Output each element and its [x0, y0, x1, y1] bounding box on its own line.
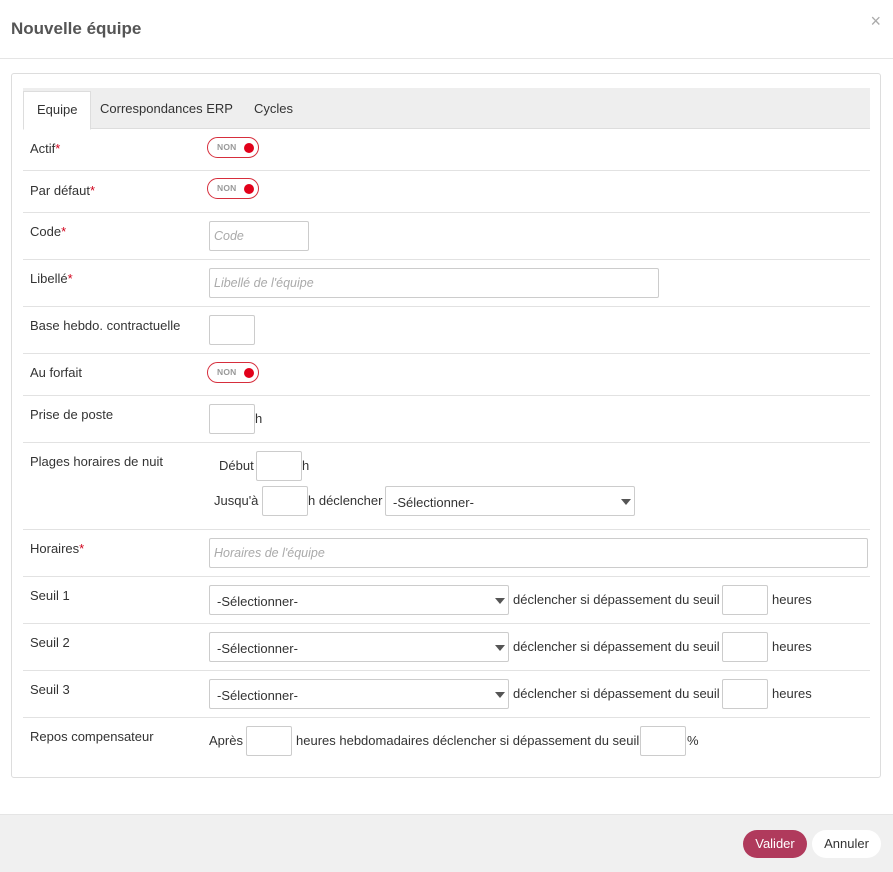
row-prise-de-poste: Prise de poste h: [23, 396, 870, 443]
row-actif: Actif* NON: [23, 129, 870, 171]
libelle-input[interactable]: [209, 268, 659, 298]
seuil-1-trigger-text: déclencher si dépassement du seuil: [513, 592, 720, 607]
chevron-down-icon: [495, 645, 505, 651]
row-horaires: Horaires*: [23, 530, 870, 577]
seuil-3-trigger-text: déclencher si dépassement du seuil: [513, 686, 720, 701]
actif-toggle[interactable]: NON: [207, 137, 259, 158]
row-au-forfait: Au forfait NON: [23, 354, 870, 396]
chevron-down-icon: [495, 692, 505, 698]
form-panel: Equipe Correspondances ERP Cycles Actif*…: [11, 73, 881, 778]
au-forfait-toggle[interactable]: NON: [207, 362, 259, 383]
code-label: Code*: [30, 224, 67, 239]
validate-button[interactable]: Valider: [743, 830, 807, 858]
toggle-dot-icon: [244, 368, 254, 378]
seuil-3-unit: heures: [772, 686, 812, 701]
toggle-text: NON: [217, 183, 237, 193]
tab-correspondances-erp[interactable]: Correspondances ERP: [87, 91, 246, 129]
row-plages-nuit: Plages horaires de nuit Début h Jusqu'à …: [23, 443, 870, 530]
repos-percent-input[interactable]: [640, 726, 686, 756]
row-seuil-3: Seuil 3 -Sélectionner- déclencher si dép…: [23, 671, 870, 718]
code-input[interactable]: [209, 221, 309, 251]
horaires-label: Horaires*: [30, 541, 85, 556]
seuil-3-hours-input[interactable]: [722, 679, 768, 709]
plages-nuit-select[interactable]: -Sélectionner-: [385, 486, 635, 516]
prise-de-poste-unit: h: [255, 411, 263, 426]
row-repos-compensateur: Repos compensateur Après heures hebdomad…: [23, 718, 870, 768]
prise-de-poste-label: Prise de poste: [30, 407, 114, 422]
libelle-label: Libellé*: [30, 271, 73, 286]
jusqua-label: Jusqu'à: [214, 493, 259, 508]
row-code: Code*: [23, 213, 870, 260]
jusqua-unit: h déclencher: [308, 493, 383, 508]
prise-de-poste-input[interactable]: [209, 404, 255, 434]
base-hebdo-label: Base hebdo. contractuelle: [30, 318, 181, 333]
repos-prefix: Après: [209, 733, 243, 748]
debut-label: Début: [219, 458, 254, 473]
modal-footer: Valider Annuler: [0, 814, 893, 872]
debut-input[interactable]: [256, 451, 302, 481]
modal-title: Nouvelle équipe: [11, 19, 142, 38]
seuil-1-hours-input[interactable]: [722, 585, 768, 615]
seuil-2-hours-input[interactable]: [722, 632, 768, 662]
repos-label: Repos compensateur: [30, 729, 154, 744]
seuil-1-label: Seuil 1: [30, 588, 70, 603]
repos-percent-unit: %: [687, 733, 699, 748]
chevron-down-icon: [621, 499, 631, 505]
au-forfait-label: Au forfait: [30, 365, 83, 380]
seuil-1-unit: heures: [772, 592, 812, 607]
row-libelle: Libellé*: [23, 260, 870, 307]
cancel-button[interactable]: Annuler: [812, 830, 881, 858]
par-defaut-toggle[interactable]: NON: [207, 178, 259, 199]
tab-cycles[interactable]: Cycles: [241, 91, 306, 129]
seuil-1-select[interactable]: -Sélectionner-: [209, 585, 509, 615]
seuil-2-trigger-text: déclencher si dépassement du seuil: [513, 639, 720, 654]
actif-label: Actif*: [30, 141, 61, 156]
horaires-input[interactable]: [209, 538, 868, 568]
toggle-text: NON: [217, 142, 237, 152]
row-par-defaut: Par défaut* NON: [23, 171, 870, 213]
repos-hours-input[interactable]: [246, 726, 292, 756]
seuil-3-select[interactable]: -Sélectionner-: [209, 679, 509, 709]
repos-middle-text: heures hebdomadaires déclencher si dépas…: [296, 733, 640, 748]
tab-bar: Equipe Correspondances ERP Cycles: [23, 88, 870, 130]
par-defaut-label: Par défaut*: [30, 183, 96, 198]
plages-nuit-label: Plages horaires de nuit: [30, 454, 163, 469]
toggle-dot-icon: [244, 184, 254, 194]
seuil-3-label: Seuil 3: [30, 682, 70, 697]
tab-equipe[interactable]: Equipe: [23, 91, 92, 130]
modal-header: Nouvelle équipe ×: [0, 0, 893, 59]
toggle-text: NON: [217, 367, 237, 377]
jusqua-input[interactable]: [262, 486, 308, 516]
seuil-2-label: Seuil 2: [30, 635, 70, 650]
row-seuil-2: Seuil 2 -Sélectionner- déclencher si dép…: [23, 624, 870, 671]
toggle-dot-icon: [244, 143, 254, 153]
row-base-hebdo: Base hebdo. contractuelle: [23, 307, 870, 354]
chevron-down-icon: [495, 598, 505, 604]
seuil-2-unit: heures: [772, 639, 812, 654]
debut-unit: h: [302, 458, 310, 473]
base-hebdo-input[interactable]: [209, 315, 255, 345]
row-seuil-1: Seuil 1 -Sélectionner- déclencher si dép…: [23, 577, 870, 624]
seuil-2-select[interactable]: -Sélectionner-: [209, 632, 509, 662]
close-icon[interactable]: ×: [870, 11, 881, 31]
